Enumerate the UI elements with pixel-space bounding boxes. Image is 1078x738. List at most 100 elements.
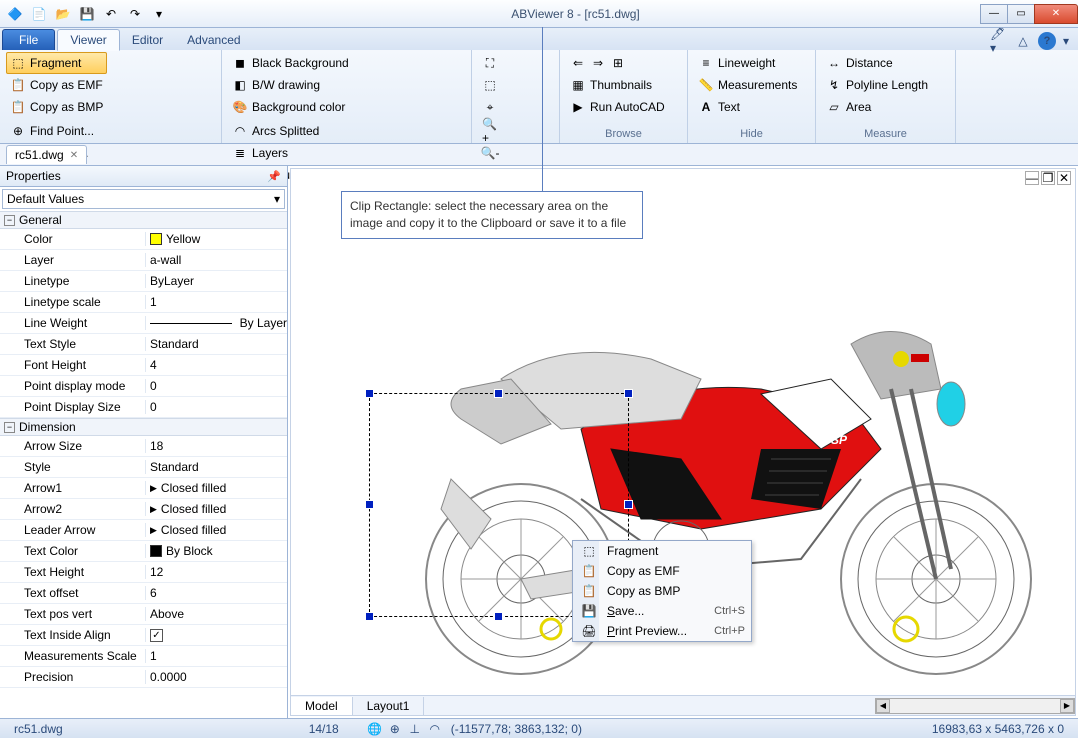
advanced-tab[interactable]: Advanced bbox=[175, 30, 252, 50]
qat-open-icon[interactable]: 📂 bbox=[52, 3, 74, 25]
context-menu-item[interactable]: ⬚Fragment bbox=[573, 541, 751, 561]
property-value[interactable]: Standard bbox=[146, 460, 287, 474]
status-arc-icon[interactable]: ◠ bbox=[427, 721, 443, 737]
run-autocad-button[interactable]: ▶Run AutoCAD bbox=[566, 96, 669, 118]
model-tab[interactable]: Model bbox=[291, 697, 353, 715]
canvas-minimize-icon[interactable]: — bbox=[1025, 171, 1039, 185]
property-value[interactable]: 6 bbox=[146, 586, 287, 600]
style-icon[interactable]: 🖊▾ bbox=[990, 32, 1008, 50]
text-toggle-button[interactable]: AText bbox=[694, 96, 801, 118]
fragment-button[interactable]: ⬚Fragment bbox=[6, 52, 107, 74]
property-value[interactable]: ▶Closed filled bbox=[146, 502, 287, 516]
property-value[interactable]: ByLayer bbox=[146, 274, 287, 288]
property-row[interactable]: ColorYellow bbox=[0, 229, 287, 250]
property-row[interactable]: Precision0.0000 bbox=[0, 667, 287, 688]
property-row[interactable]: LinetypeByLayer bbox=[0, 271, 287, 292]
context-menu-item[interactable]: 📋Copy as BMP bbox=[573, 581, 751, 601]
qat-dropdown-icon[interactable]: ▾ bbox=[148, 3, 170, 25]
handle-s[interactable] bbox=[494, 612, 503, 621]
help-dropdown-icon[interactable]: ▾ bbox=[1062, 32, 1070, 50]
property-row[interactable]: Arrow1▶Closed filled bbox=[0, 478, 287, 499]
context-menu-item[interactable]: 💾Save...Ctrl+S bbox=[573, 601, 751, 621]
handle-w[interactable] bbox=[365, 500, 374, 509]
property-value[interactable]: Standard bbox=[146, 337, 287, 351]
property-row[interactable]: Leader Arrow▶Closed filled bbox=[0, 520, 287, 541]
properties-selector[interactable]: Default Values ▾ bbox=[2, 189, 285, 209]
property-value[interactable]: a-wall bbox=[146, 253, 287, 267]
property-value[interactable]: 4 bbox=[146, 358, 287, 372]
handle-nw[interactable] bbox=[365, 389, 374, 398]
property-row[interactable]: Text offset6 bbox=[0, 583, 287, 604]
zoom-region-button[interactable]: ⌖ bbox=[478, 96, 502, 118]
property-value[interactable]: 1 bbox=[146, 295, 287, 309]
handle-sw[interactable] bbox=[365, 612, 374, 621]
handle-ne[interactable] bbox=[624, 389, 633, 398]
property-value[interactable]: 0.0000 bbox=[146, 670, 287, 684]
black-background-button[interactable]: ◼Black Background bbox=[228, 52, 353, 74]
property-value[interactable]: 18 bbox=[146, 439, 287, 453]
property-value[interactable]: 0 bbox=[146, 379, 287, 393]
property-row[interactable]: Layera-wall bbox=[0, 250, 287, 271]
property-value[interactable]: 12 bbox=[146, 565, 287, 579]
bw-drawing-button[interactable]: ◧B/W drawing bbox=[228, 74, 353, 96]
property-row[interactable]: Arrow2▶Closed filled bbox=[0, 499, 287, 520]
property-row[interactable]: StyleStandard bbox=[0, 457, 287, 478]
canvas-close-icon[interactable]: ✕ bbox=[1057, 171, 1071, 185]
document-tab[interactable]: rc51.dwg ✕ bbox=[6, 145, 87, 164]
file-tab[interactable]: File bbox=[2, 29, 55, 50]
qat-undo-icon[interactable]: ↶ bbox=[100, 3, 122, 25]
context-menu-item[interactable]: 📋Copy as EMF bbox=[573, 561, 751, 581]
copy-bmp-button[interactable]: 📋Copy as BMP bbox=[6, 96, 107, 118]
scroll-left-icon[interactable]: ◀ bbox=[876, 699, 890, 713]
zoom-in-button[interactable]: 🔍+ bbox=[478, 120, 502, 142]
pin-icon[interactable]: 📌 bbox=[267, 170, 281, 183]
property-value[interactable]: Above bbox=[146, 607, 287, 621]
general-section[interactable]: −General bbox=[0, 211, 287, 229]
property-row[interactable]: Text ColorBy Block bbox=[0, 541, 287, 562]
status-crosshair-icon[interactable]: ⊕ bbox=[387, 721, 403, 737]
property-value[interactable]: ▶Closed filled bbox=[146, 481, 287, 495]
property-value[interactable]: Yellow bbox=[146, 232, 287, 246]
lineweight-button[interactable]: ≡Lineweight bbox=[694, 52, 801, 74]
property-row[interactable]: Text Height12 bbox=[0, 562, 287, 583]
nav-back-button[interactable]: ⇐⇒⊞ bbox=[566, 52, 669, 74]
zoom-fit-button[interactable]: ⛶ bbox=[478, 52, 502, 74]
background-color-button[interactable]: 🎨Background color bbox=[228, 96, 353, 118]
find-point-button[interactable]: ⊕Find Point... bbox=[6, 120, 107, 142]
property-row[interactable]: Line WeightBy Layer bbox=[0, 313, 287, 334]
property-row[interactable]: Linetype scale1 bbox=[0, 292, 287, 313]
property-row[interactable]: Text Inside Align✓ bbox=[0, 625, 287, 646]
property-value[interactable]: By Block bbox=[146, 544, 287, 558]
layout1-tab[interactable]: Layout1 bbox=[353, 697, 425, 715]
property-value[interactable]: By Layer bbox=[146, 316, 287, 330]
editor-tab[interactable]: Editor bbox=[120, 30, 175, 50]
viewer-tab[interactable]: Viewer bbox=[57, 29, 119, 51]
status-globe-icon[interactable]: 🌐 bbox=[367, 721, 383, 737]
close-tab-icon[interactable]: ✕ bbox=[70, 150, 78, 161]
context-menu-item[interactable]: 🖨Print Preview...Ctrl+P bbox=[573, 621, 751, 641]
distance-button[interactable]: ↔Distance bbox=[822, 52, 932, 74]
property-row[interactable]: Arrow Size18 bbox=[0, 436, 287, 457]
layers-button[interactable]: ≣Layers bbox=[228, 142, 353, 164]
property-row[interactable]: Font Height4 bbox=[0, 355, 287, 376]
property-row[interactable]: Measurements Scale1 bbox=[0, 646, 287, 667]
property-row[interactable]: Text StyleStandard bbox=[0, 334, 287, 355]
handle-n[interactable] bbox=[494, 389, 503, 398]
copy-emf-button[interactable]: 📋Copy as EMF bbox=[6, 74, 107, 96]
help-button[interactable]: ? bbox=[1038, 32, 1056, 50]
zoom-actual-button[interactable]: ⬚ bbox=[478, 74, 502, 96]
dimension-section[interactable]: −Dimension bbox=[0, 418, 287, 436]
close-button[interactable]: ✕ bbox=[1034, 4, 1078, 24]
scroll-right-icon[interactable]: ▶ bbox=[1060, 699, 1074, 713]
property-value[interactable]: 1 bbox=[146, 649, 287, 663]
checkbox[interactable]: ✓ bbox=[150, 629, 163, 642]
area-button[interactable]: ▱Area bbox=[822, 96, 932, 118]
qat-app-icon[interactable]: 🔷 bbox=[4, 3, 26, 25]
measurements-button[interactable]: 📏Measurements bbox=[694, 74, 801, 96]
qat-save-icon[interactable]: 💾 bbox=[76, 3, 98, 25]
property-value[interactable]: 0 bbox=[146, 400, 287, 414]
handle-e[interactable] bbox=[624, 500, 633, 509]
polyline-length-button[interactable]: ↯Polyline Length bbox=[822, 74, 932, 96]
property-value[interactable]: ▶Closed filled bbox=[146, 523, 287, 537]
horizontal-scrollbar[interactable]: ◀ ▶ bbox=[875, 698, 1075, 714]
